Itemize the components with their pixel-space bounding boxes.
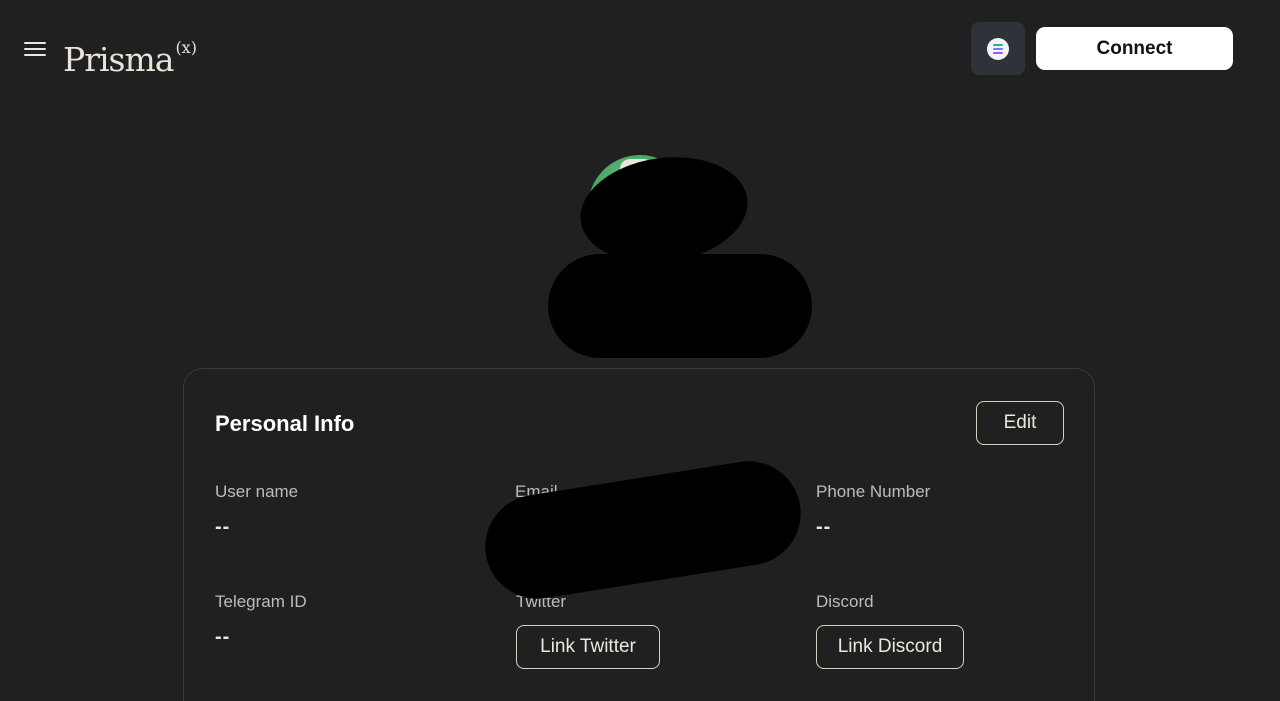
network-selector-button[interactable]: [971, 22, 1025, 75]
redaction-mark: [548, 254, 812, 358]
telegram-id-value: --: [215, 626, 231, 648]
brand-logo[interactable]: Prisma (x): [63, 28, 197, 80]
card-title: Personal Info: [215, 411, 355, 436]
logo-superscript: (x): [175, 38, 197, 57]
phone-number-value: --: [816, 516, 832, 538]
connect-wallet-button[interactable]: Connect: [1036, 27, 1233, 70]
phone-number-label: Phone Number: [816, 482, 931, 501]
username-label: User name: [215, 482, 299, 501]
hamburger-menu-icon[interactable]: [22, 38, 48, 60]
link-discord-button[interactable]: Link Discord: [816, 625, 964, 669]
profile-page: Prisma (x) Connect Personal Info Edit Use…: [0, 0, 1280, 701]
telegram-id-label: Telegram ID: [215, 592, 307, 611]
edit-button[interactable]: Edit: [976, 401, 1064, 445]
solana-icon: [987, 38, 1009, 60]
logo-text: Prisma: [63, 40, 174, 79]
link-twitter-button[interactable]: Link Twitter: [516, 625, 660, 669]
discord-label: Discord: [816, 592, 874, 611]
username-value: --: [215, 516, 231, 538]
